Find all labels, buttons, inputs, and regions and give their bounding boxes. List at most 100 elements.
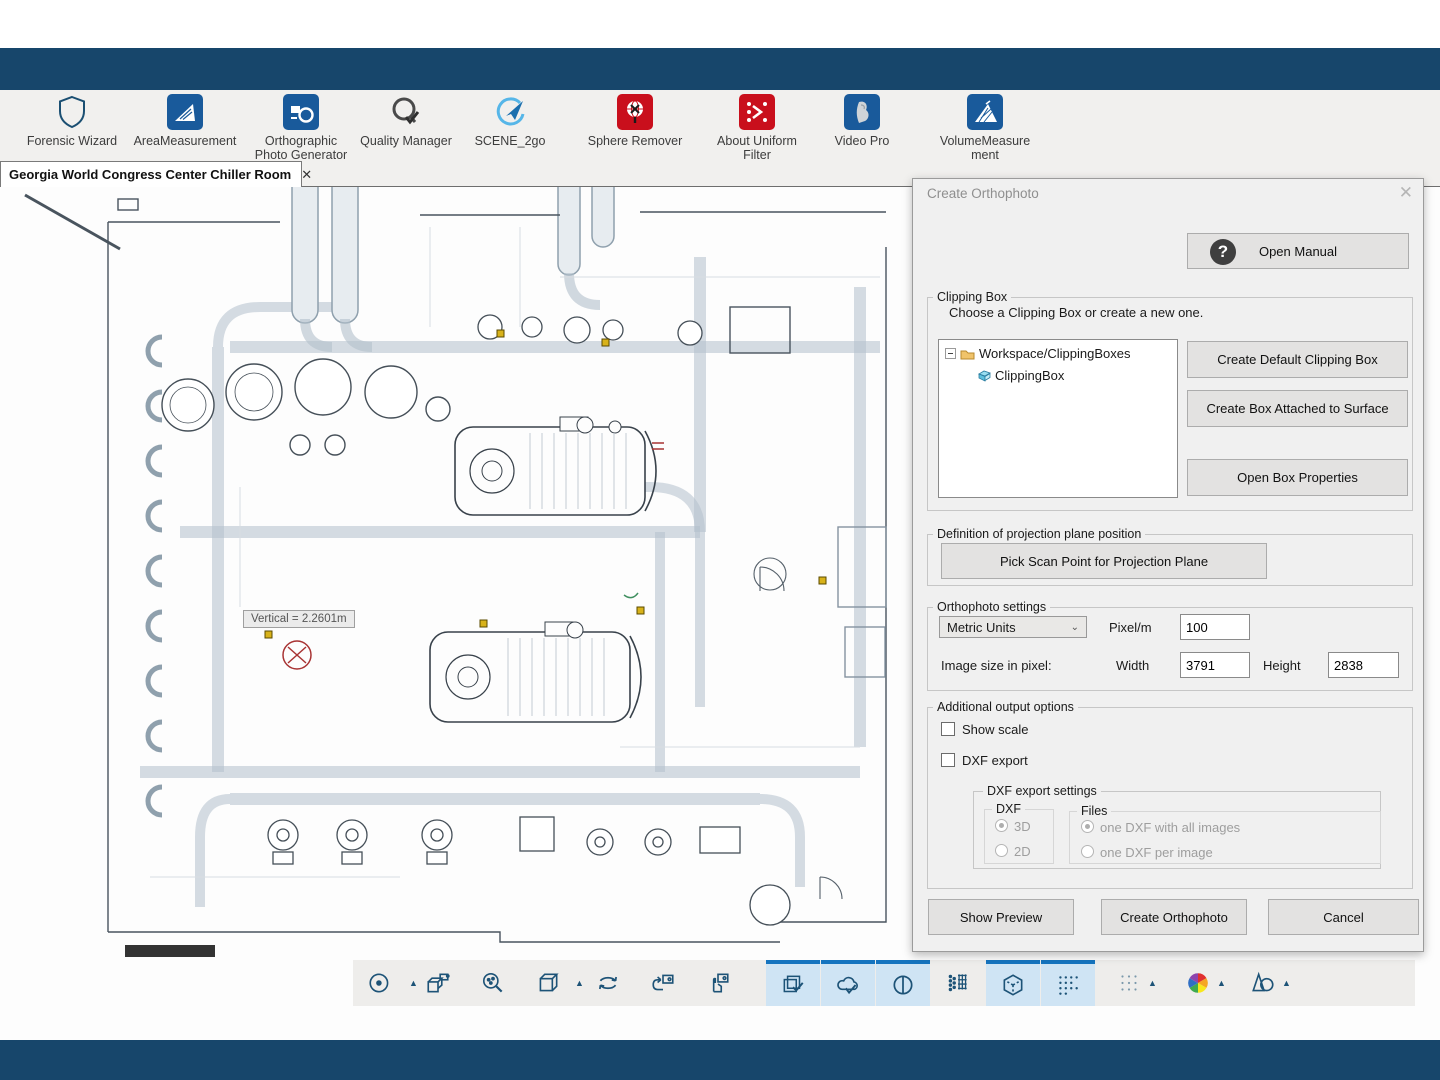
dialog-close-icon[interactable]: ✕ — [1399, 183, 1413, 203]
scan-points-plane-button[interactable] — [931, 960, 985, 1006]
cone-sphere-icon — [1252, 971, 1274, 992]
floorplan-drawing — [24, 187, 887, 957]
orthographic-photo-icon — [283, 94, 319, 130]
clipping-box-tree[interactable]: Workspace/ClippingBoxes ClippingBox — [938, 339, 1178, 498]
create-orthophoto-dialog: Create Orthophoto ✕ ? Open Manual Clippi… — [912, 178, 1424, 952]
tree-collapse-icon[interactable] — [945, 348, 956, 359]
cancel-button[interactable]: Cancel — [1268, 899, 1419, 935]
clipping-mode-toggle[interactable] — [876, 960, 930, 1006]
camera-cube-icon — [427, 973, 450, 993]
ribbon-app-video-pro[interactable]: Video Pro — [822, 94, 902, 148]
pixel-per-m-input[interactable] — [1180, 614, 1250, 640]
radio-3d[interactable] — [995, 819, 1008, 832]
point-cloud-toggle[interactable] — [821, 960, 875, 1006]
clipping-box-instruction: Choose a Clipping Box or create a new on… — [949, 305, 1204, 320]
point-density-toggle[interactable] — [1041, 960, 1095, 1006]
app-ribbon: Forensic Wizard AreaMeasurement ▼ Orthog… — [0, 90, 1440, 238]
ribbon-app-label: SCENE_2go — [474, 134, 546, 148]
split-sphere-icon — [893, 975, 913, 995]
view-point-button[interactable] — [353, 960, 407, 1006]
dxf-settings-group-label: DXF export settings — [983, 784, 1101, 798]
open-box-properties-button[interactable]: Open Box Properties — [1187, 459, 1408, 496]
zoom-points-button[interactable] — [466, 960, 520, 1006]
radio-one-dxf-per[interactable] — [1081, 845, 1094, 858]
tree-item-label: ClippingBox — [995, 368, 1065, 383]
tab-close-icon[interactable]: ✕ — [301, 167, 312, 183]
radio-2d[interactable] — [995, 844, 1008, 857]
dxf-export-label: DXF export — [962, 753, 1028, 768]
width-input[interactable] — [1180, 652, 1250, 678]
pick-scan-point-button[interactable]: Pick Scan Point for Projection Plane — [941, 543, 1267, 579]
scene-2go-icon — [492, 94, 528, 130]
radio-one-dxf-per-label: one DXF per image — [1100, 845, 1213, 860]
ribbon-app-quality-manager[interactable]: Quality Manager — [356, 94, 456, 148]
ribbon-app-volume-measurement[interactable]: VolumeMeasurement — [935, 94, 1035, 162]
zoom-icon — [482, 972, 503, 993]
points-grid-icon — [948, 974, 967, 992]
chevron-down-icon: ⌄ — [1070, 621, 1079, 633]
create-default-clipping-box-button[interactable]: Create Default Clipping Box — [1187, 341, 1408, 378]
width-label: Width — [1116, 658, 1150, 673]
menu-up-icon[interactable]: ▲ — [1148, 978, 1157, 988]
open-manual-button[interactable]: ? Open Manual — [1187, 233, 1409, 269]
ribbon-app-label: AreaMeasurement — [133, 134, 237, 148]
uniform-filter-icon — [739, 94, 775, 130]
video-pro-icon — [844, 94, 880, 130]
radio-one-dxf-all-label: one DXF with all images — [1100, 820, 1241, 835]
show-preview-button[interactable]: Show Preview — [928, 899, 1074, 935]
previous-view-button[interactable] — [636, 960, 690, 1006]
home-view-button[interactable] — [411, 960, 465, 1006]
volume-measurement-icon — [967, 94, 1003, 130]
sphere-remover-icon — [617, 94, 653, 130]
sparse-dots-icon — [1121, 975, 1137, 991]
projection-plane-group-label: Definition of projection plane position — [933, 527, 1146, 541]
show-scale-checkbox[interactable] — [941, 722, 955, 736]
view-toolbar: ▲ ▲ ▲ ▲ ▲ — [353, 960, 1415, 1006]
create-box-attached-button[interactable]: Create Box Attached to Surface — [1187, 390, 1408, 427]
quality-manager-icon — [388, 94, 424, 130]
help-icon: ? — [1210, 239, 1236, 265]
ribbon-app-label: Forensic Wizard — [26, 134, 118, 148]
clipping-box-group-label: Clipping Box — [933, 290, 1012, 304]
menu-up-icon[interactable]: ▲ — [1217, 978, 1226, 988]
radio-2d-label: 2D — [1014, 844, 1031, 859]
cube-icon — [539, 973, 559, 992]
folder-icon — [960, 350, 975, 359]
cloud-check-icon — [837, 976, 858, 995]
units-select[interactable]: Metric Units ⌄ — [939, 616, 1087, 638]
tab-title: Georgia World Congress Center Chiller Ro… — [9, 167, 292, 182]
additional-output-group-label: Additional output options — [933, 700, 1078, 714]
ribbon-app-about-uniform-filter[interactable]: About Uniform Filter — [707, 94, 807, 162]
ribbon-app-area-measurement[interactable]: AreaMeasurement — [130, 94, 240, 148]
create-orthophoto-button[interactable]: Create Orthophoto — [1101, 899, 1247, 935]
ribbon-app-label: Sphere Remover — [587, 134, 683, 148]
show-scale-label: Show scale — [962, 722, 1029, 737]
title-bar — [0, 48, 1440, 90]
image-size-label: Image size in pixel: — [941, 658, 1052, 673]
dxf-dim-group-label: DXF — [992, 802, 1025, 816]
ribbon-app-sphere-remover[interactable]: Sphere Remover — [585, 94, 685, 148]
ribbon-app-label: VolumeMeasurement — [939, 134, 1031, 162]
ribbon-app-forensic-wizard[interactable]: Forensic Wizard — [22, 94, 122, 148]
bounding-box-toggle[interactable] — [986, 960, 1040, 1006]
ribbon-app-scene-2go[interactable]: SCENE_2go — [465, 94, 555, 148]
tree-item-label: Workspace/ClippingBoxes — [979, 346, 1131, 361]
standard-views-button[interactable] — [521, 960, 575, 1006]
clipping-boxes-toggle[interactable] — [766, 960, 820, 1006]
status-bar — [0, 1040, 1440, 1080]
tree-item-clippingbox[interactable]: ClippingBox — [939, 367, 1177, 384]
pick-view-button[interactable] — [691, 960, 745, 1006]
radio-3d-label: 3D — [1014, 819, 1031, 834]
dxf-export-checkbox[interactable] — [941, 753, 955, 767]
height-input[interactable] — [1328, 652, 1399, 678]
tab-chiller-room[interactable]: Georgia World Congress Center Chiller Ro… — [0, 161, 312, 187]
orthophoto-settings-group-label: Orthophoto settings — [933, 600, 1051, 614]
menu-up-icon[interactable]: ▲ — [1282, 978, 1291, 988]
ribbon-app-label: Video Pro — [834, 134, 890, 148]
ribbon-app-label: About Uniform Filter — [717, 134, 797, 162]
radio-one-dxf-all[interactable] — [1081, 820, 1094, 833]
height-label: Height — [1263, 658, 1301, 673]
rotate-view-button[interactable] — [581, 960, 635, 1006]
tree-item-workspace[interactable]: Workspace/ClippingBoxes — [939, 345, 1177, 362]
ribbon-app-orthographic-photo-generator[interactable]: Orthographic Photo Generator — [251, 94, 351, 162]
